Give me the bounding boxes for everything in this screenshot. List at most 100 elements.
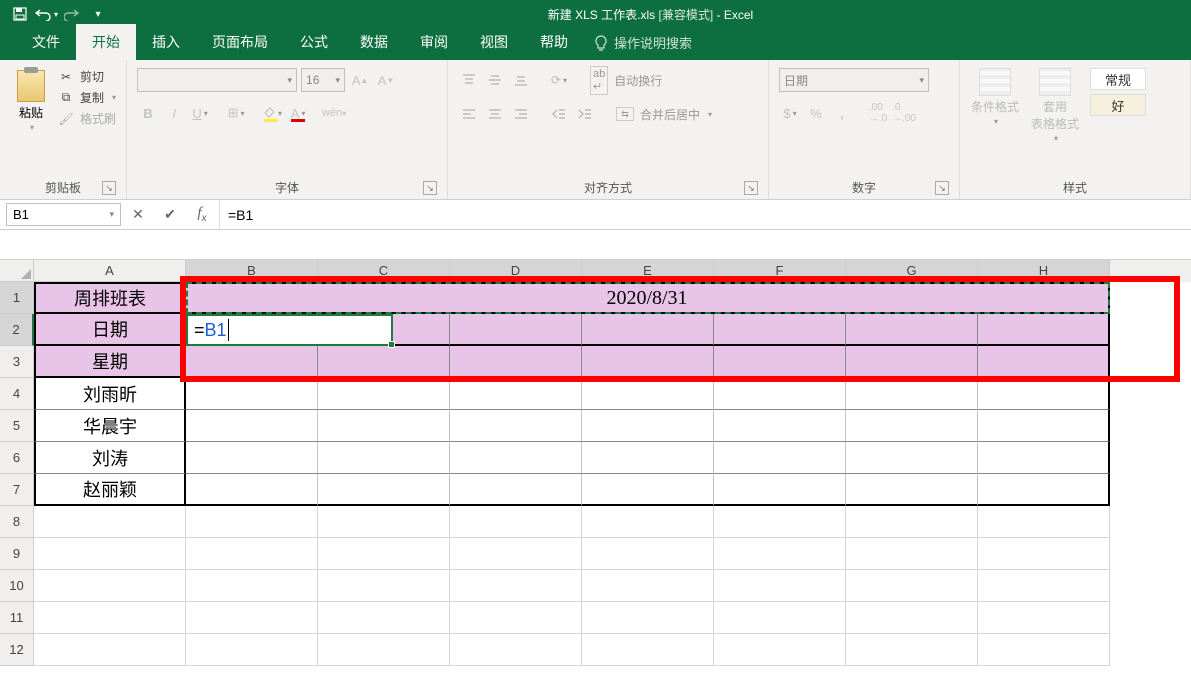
cell-E3[interactable] xyxy=(582,346,714,378)
cell-G4[interactable] xyxy=(846,378,978,410)
cell-E8[interactable] xyxy=(582,506,714,538)
bold-button[interactable]: B xyxy=(137,102,159,124)
cell-F12[interactable] xyxy=(714,634,846,666)
cell-C5[interactable] xyxy=(318,410,450,442)
italic-button[interactable]: I xyxy=(163,102,185,124)
cell-D10[interactable] xyxy=(450,570,582,602)
confirm-edit-button[interactable]: ✔ xyxy=(159,204,181,226)
row-header-1[interactable]: 1 xyxy=(0,282,34,314)
cell-C8[interactable] xyxy=(318,506,450,538)
style-normal[interactable]: 常规 xyxy=(1090,68,1146,90)
cell-B1-merged[interactable]: 2020/8/31 xyxy=(186,282,1110,314)
redo-button[interactable] xyxy=(60,3,84,25)
cell-D6[interactable] xyxy=(450,442,582,474)
tab-help[interactable]: 帮助 xyxy=(524,24,584,60)
cell-B11[interactable] xyxy=(186,602,318,634)
cell-H12[interactable] xyxy=(978,634,1110,666)
cell-A12[interactable] xyxy=(34,634,186,666)
col-header-E[interactable]: E xyxy=(582,260,714,282)
cell-H6[interactable] xyxy=(978,442,1110,474)
cell-E5[interactable] xyxy=(582,410,714,442)
tab-insert[interactable]: 插入 xyxy=(136,24,196,60)
row-header-9[interactable]: 9 xyxy=(0,538,34,570)
cell-C3[interactable] xyxy=(318,346,450,378)
cell-G12[interactable] xyxy=(846,634,978,666)
align-left-button[interactable] xyxy=(458,103,480,125)
save-button[interactable] xyxy=(8,3,32,25)
tab-data[interactable]: 数据 xyxy=(344,24,404,60)
cell-E9[interactable] xyxy=(582,538,714,570)
cell-A7[interactable]: 赵丽颖 xyxy=(34,474,186,506)
row-header-7[interactable]: 7 xyxy=(0,474,34,506)
row-header-6[interactable]: 6 xyxy=(0,442,34,474)
conditional-format-button[interactable]: 条件格式▾ xyxy=(970,68,1020,126)
undo-dropdown-icon[interactable]: ▾ xyxy=(54,10,58,19)
cell-A6[interactable]: 刘涛 xyxy=(34,442,186,474)
cell-F9[interactable] xyxy=(714,538,846,570)
row-header-12[interactable]: 12 xyxy=(0,634,34,666)
tab-pagelayout[interactable]: 页面布局 xyxy=(196,24,284,60)
row-header-10[interactable]: 10 xyxy=(0,570,34,602)
cell-D9[interactable] xyxy=(450,538,582,570)
border-button[interactable]: ⊞▾ xyxy=(225,102,247,124)
cell-B9[interactable] xyxy=(186,538,318,570)
row-header-5[interactable]: 5 xyxy=(0,410,34,442)
comma-format-button[interactable]: , xyxy=(831,102,853,124)
font-name-combo[interactable]: ▾ xyxy=(137,68,297,92)
decrease-font-button[interactable]: A▼ xyxy=(375,69,397,91)
cell-H11[interactable] xyxy=(978,602,1110,634)
font-color-button[interactable]: A▾ xyxy=(287,102,309,124)
format-painter-button[interactable]: 🖌 格式刷 xyxy=(58,110,116,127)
cell-B12[interactable] xyxy=(186,634,318,666)
cell-A11[interactable] xyxy=(34,602,186,634)
font-launcher[interactable]: ↘ xyxy=(423,181,437,195)
cell-C2[interactable] xyxy=(318,314,450,346)
align-center-button[interactable] xyxy=(484,103,506,125)
cell-H4[interactable] xyxy=(978,378,1110,410)
phonetic-button[interactable]: wén▾ xyxy=(323,102,345,124)
cell-H9[interactable] xyxy=(978,538,1110,570)
tab-file[interactable]: 文件 xyxy=(16,24,76,60)
cell-F10[interactable] xyxy=(714,570,846,602)
tab-review[interactable]: 审阅 xyxy=(404,24,464,60)
number-format-combo[interactable]: 日期▾ xyxy=(779,68,929,92)
cell-E7[interactable] xyxy=(582,474,714,506)
cell-B7[interactable] xyxy=(186,474,318,506)
cell-G5[interactable] xyxy=(846,410,978,442)
cell-D2[interactable] xyxy=(450,314,582,346)
tab-home[interactable]: 开始 xyxy=(76,24,136,60)
tell-me-search[interactable]: 操作说明搜索 xyxy=(584,25,702,60)
cell-C12[interactable] xyxy=(318,634,450,666)
row-header-8[interactable]: 8 xyxy=(0,506,34,538)
paste-dropdown-icon[interactable]: ▾ xyxy=(30,123,34,132)
cell-A9[interactable] xyxy=(34,538,186,570)
cell-F5[interactable] xyxy=(714,410,846,442)
percent-format-button[interactable]: % xyxy=(805,102,827,124)
style-good[interactable]: 好 xyxy=(1090,94,1146,116)
font-size-combo[interactable]: 16▾ xyxy=(301,68,345,92)
accounting-format-button[interactable]: $▾ xyxy=(779,102,801,124)
cell-F11[interactable] xyxy=(714,602,846,634)
cell-G10[interactable] xyxy=(846,570,978,602)
col-header-B[interactable]: B xyxy=(186,260,318,282)
cell-A8[interactable] xyxy=(34,506,186,538)
row-header-3[interactable]: 3 xyxy=(0,346,34,378)
name-box-dropdown-icon[interactable]: ▾ xyxy=(109,209,114,220)
align-top-button[interactable] xyxy=(458,69,480,91)
cell-E4[interactable] xyxy=(582,378,714,410)
cell-C6[interactable] xyxy=(318,442,450,474)
cell-E2[interactable] xyxy=(582,314,714,346)
increase-indent-button[interactable] xyxy=(574,103,596,125)
col-header-A[interactable]: A xyxy=(34,260,186,282)
cell-C11[interactable] xyxy=(318,602,450,634)
cell-A5[interactable]: 华晨宇 xyxy=(34,410,186,442)
cut-button[interactable]: ✂ 剪切 xyxy=(58,68,116,85)
underline-button[interactable]: U▾ xyxy=(189,102,211,124)
tab-view[interactable]: 视图 xyxy=(464,24,524,60)
col-header-F[interactable]: F xyxy=(714,260,846,282)
worksheet-grid[interactable]: A B C D E F G H 1 周排班表 2020/8/31 2 日期 3 xyxy=(0,260,1191,666)
cell-D11[interactable] xyxy=(450,602,582,634)
cell-F3[interactable] xyxy=(714,346,846,378)
align-middle-button[interactable] xyxy=(484,69,506,91)
cell-B2[interactable] xyxy=(186,314,318,346)
